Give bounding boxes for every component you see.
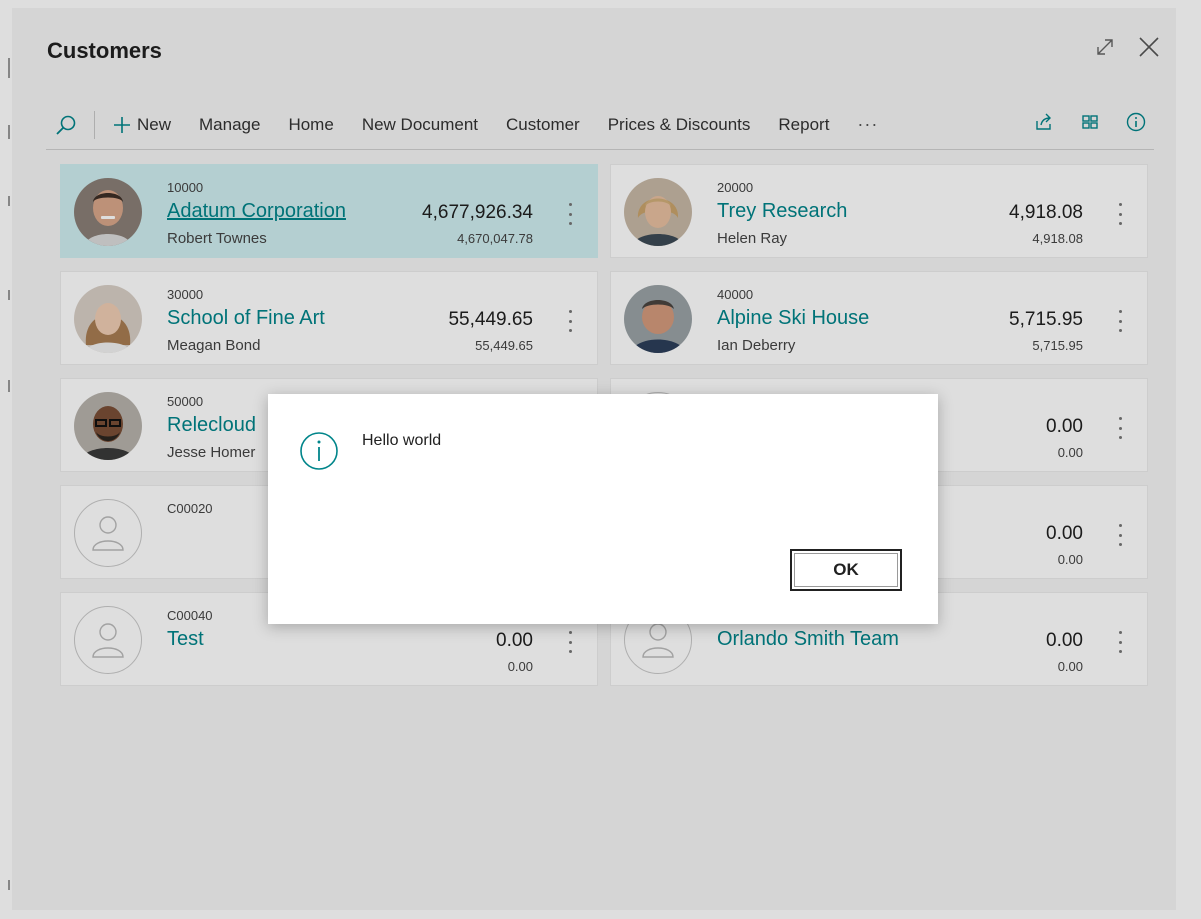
ok-button-label: OK (833, 560, 859, 579)
info-icon (299, 431, 339, 471)
dialog-message: Hello world (362, 432, 442, 449)
ok-button[interactable]: OK (790, 549, 902, 591)
message-dialog: Hello world OK (268, 394, 938, 624)
